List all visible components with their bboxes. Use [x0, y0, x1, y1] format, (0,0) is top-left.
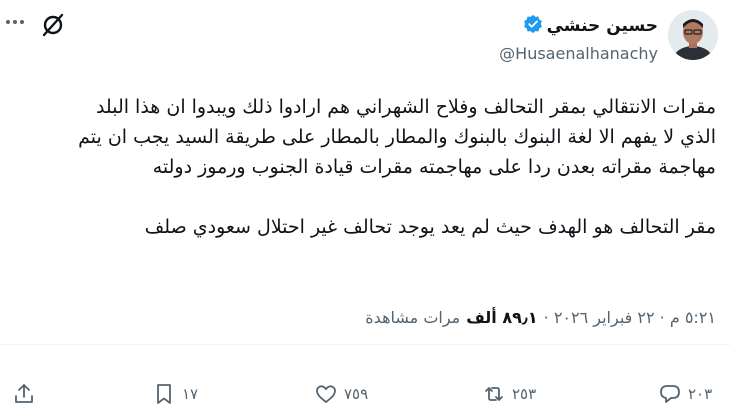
like-button[interactable]: ٧٥٩	[314, 382, 368, 406]
verified-badge-icon	[523, 14, 543, 38]
bookmark-count: ١٧	[182, 385, 199, 403]
bookmark-button[interactable]: ١٧	[152, 382, 198, 406]
display-name[interactable]: حسين حنشي	[547, 16, 658, 36]
grok-icon[interactable]	[40, 12, 66, 38]
repost-button[interactable]: ٢٥٣	[482, 382, 536, 406]
reply-button[interactable]: ٢٠٣	[658, 382, 712, 406]
reply-count: ٢٠٣	[688, 385, 713, 403]
repost-icon	[485, 387, 503, 401]
avatar[interactable]	[668, 10, 718, 60]
bookmark-icon	[157, 384, 171, 404]
views-label: مرات مشاهدة	[365, 308, 461, 327]
repost-count: ٢٥٣	[512, 385, 537, 403]
views-count: ٨٩٫١ ألف	[466, 308, 538, 327]
reply-icon	[660, 385, 680, 403]
more-options-icon[interactable]	[6, 12, 36, 32]
tweet-timestamp[interactable]: ٥:٢١ م · ٢٢ فبراير ٢٠٢٦ ·	[544, 308, 716, 327]
divider	[0, 344, 730, 345]
tweet-text: مقرات الانتقالي بمقر التحالف وفلاح الشهر…	[78, 96, 716, 238]
user-name-row[interactable]: حسين حنشي	[523, 14, 658, 38]
tweet-meta: ٥:٢١ م · ٢٢ فبراير ٢٠٢٦ · ٨٩٫١ ألف مرات …	[365, 308, 716, 327]
heart-icon	[316, 385, 336, 403]
like-count: ٧٥٩	[344, 385, 369, 403]
share-icon	[15, 384, 33, 403]
user-handle[interactable]: @Husaenalhanachy	[499, 44, 658, 63]
share-button[interactable]	[12, 382, 36, 406]
